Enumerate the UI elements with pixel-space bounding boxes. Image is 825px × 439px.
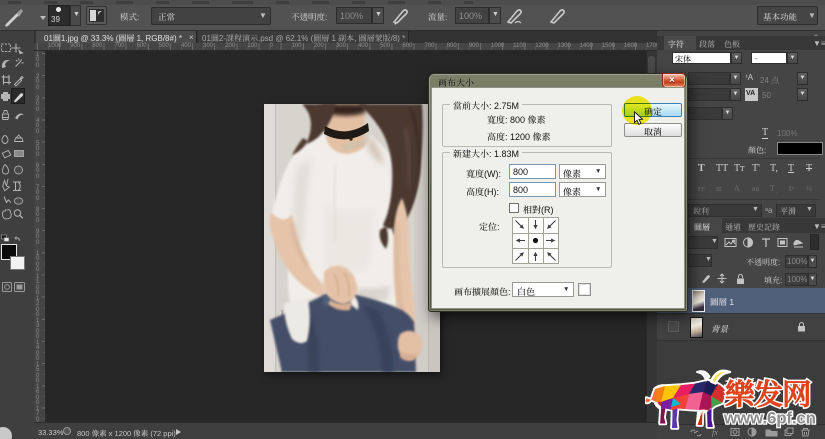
- svg-text:乐发网: 乐发网: [725, 372, 811, 414]
- svg-text:www.6pf.cn: www.6pf.cn: [723, 409, 816, 428]
